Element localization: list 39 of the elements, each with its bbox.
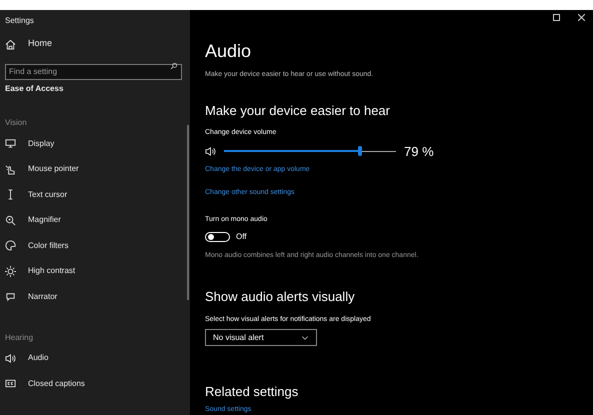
speech-bubble-icon <box>5 291 16 302</box>
maximize-icon[interactable] <box>553 14 560 21</box>
nav-item[interactable]: Text cursor <box>0 182 190 208</box>
nav-item[interactable]: Color filters <box>0 233 190 258</box>
close-icon[interactable] <box>578 14 585 21</box>
alert-dropdown[interactable]: No visual alert <box>205 329 317 346</box>
page-title: Audio <box>205 40 252 62</box>
nav-item[interactable]: Closed captions <box>0 371 190 396</box>
category-title: Ease of Access <box>4 83 64 95</box>
window-title: Settings <box>4 15 35 27</box>
toggle-state: Off <box>236 230 247 242</box>
magnifier-icon <box>5 214 16 226</box>
section-heading: Related settings <box>205 383 298 401</box>
nav-item[interactable]: Audio <box>0 346 190 371</box>
speaker-icon <box>5 352 16 364</box>
speaker-icon <box>205 146 216 157</box>
section-heading: Show audio alerts visually <box>205 288 355 306</box>
captions-icon <box>5 378 16 390</box>
nav-item[interactable]: Magnifier <box>0 208 190 233</box>
volume-reading: 79 % <box>404 142 434 160</box>
home-icon <box>5 38 16 50</box>
scrollbar[interactable] <box>187 125 189 300</box>
nav-item[interactable]: Mouse pointer <box>0 156 190 182</box>
section-heading: Hearing <box>4 332 34 344</box>
volume-slider[interactable] <box>224 146 396 156</box>
section-heading: Vision <box>4 117 28 129</box>
nav-item[interactable]: Display <box>0 131 190 156</box>
sun-icon <box>5 266 16 277</box>
nav-item[interactable]: Narrator <box>0 284 190 310</box>
palette-icon <box>5 240 16 252</box>
chevron-down-icon <box>301 334 309 342</box>
slider-thumb[interactable] <box>358 146 362 156</box>
toggle-switch[interactable] <box>205 232 230 242</box>
search-icon[interactable] <box>170 62 178 70</box>
section-heading: Make your device easier to hear <box>205 102 390 120</box>
nav-item[interactable]: High contrast <box>0 258 190 284</box>
monitor-icon <box>5 138 16 150</box>
home-link[interactable]: Home <box>0 32 190 56</box>
search-field[interactable]: Find a setting <box>5 64 182 80</box>
